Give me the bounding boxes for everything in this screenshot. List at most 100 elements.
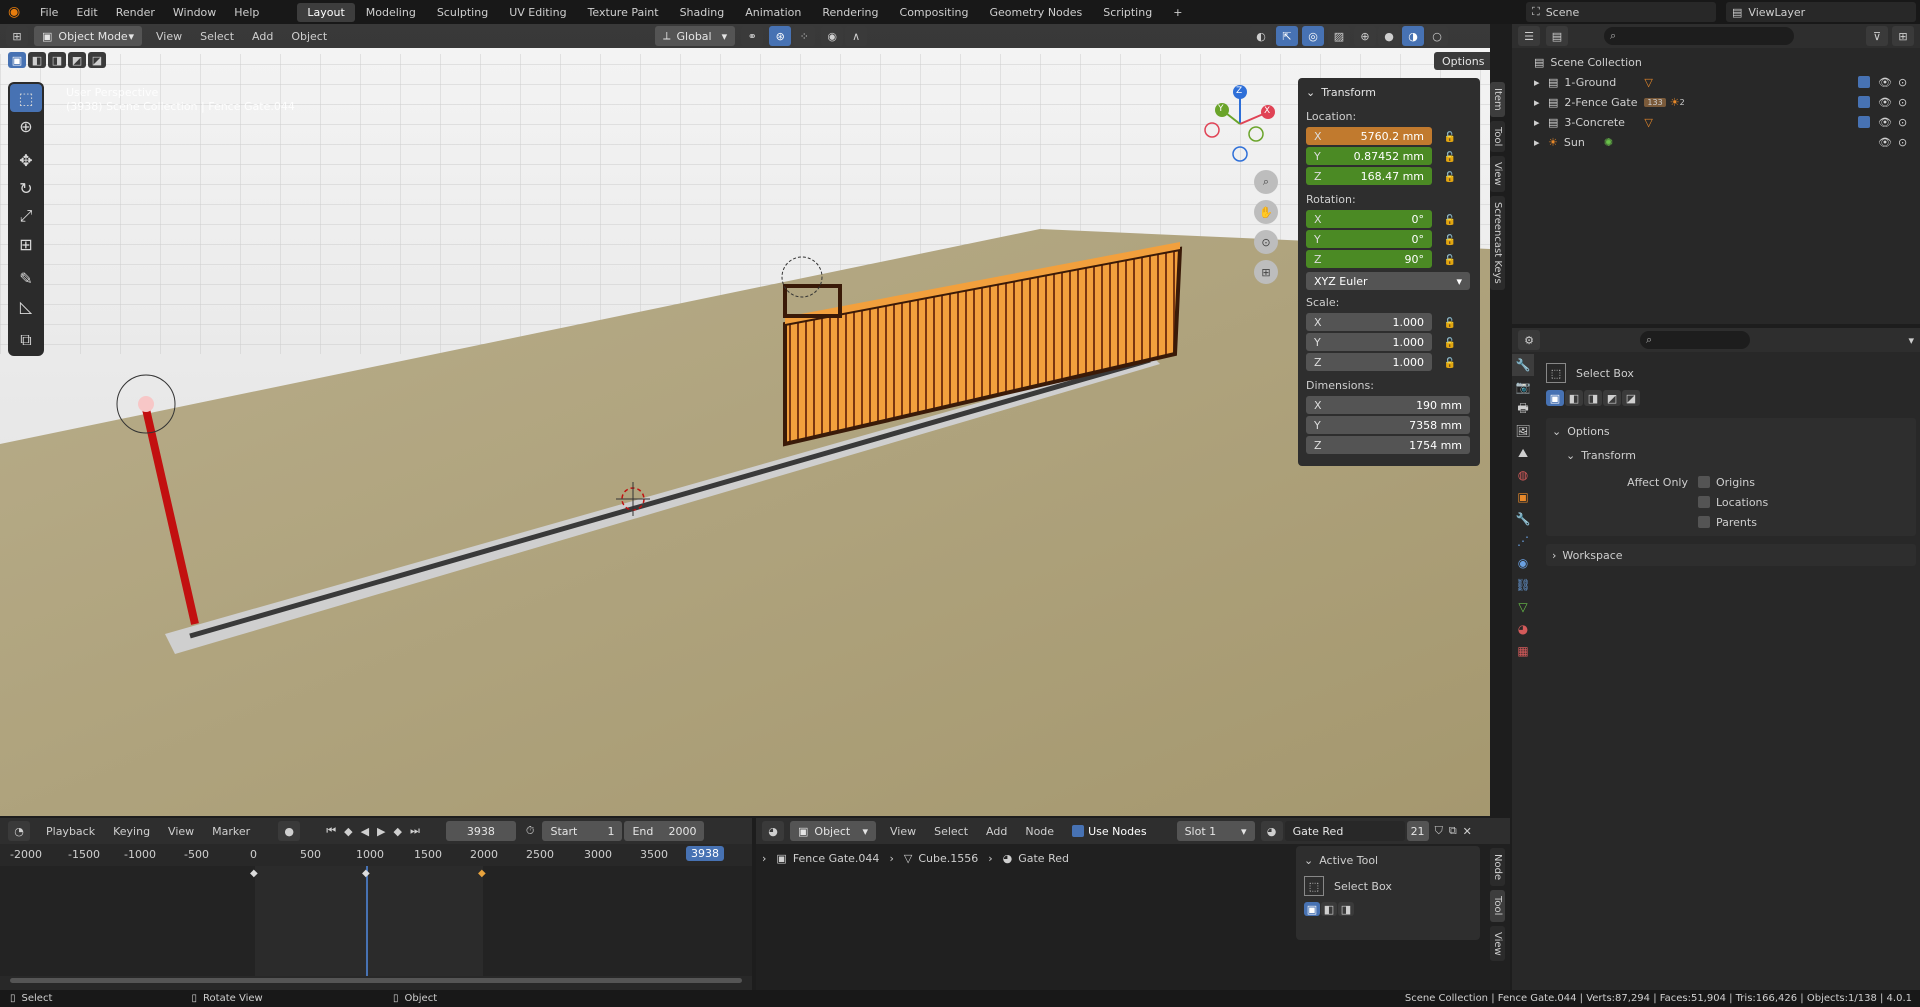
duplicate-icon[interactable]: ⧉ [1449,824,1457,838]
select-intersect-icon[interactable]: ◪ [88,52,106,68]
origins-checkbox[interactable] [1698,476,1710,488]
display-mode-icon[interactable]: ▤ [1546,26,1568,46]
tab-rendering[interactable]: Rendering [812,3,888,22]
camera-view-icon[interactable]: ⊙ [1254,230,1278,254]
play-reverse-icon[interactable]: ◀ [361,825,369,838]
select-new-icon[interactable]: ▣ [1304,902,1320,916]
data-tab-icon[interactable]: ▽ [1512,596,1534,618]
tool-tab-icon[interactable]: 🔧 [1512,354,1534,376]
tab-texture-paint[interactable]: Texture Paint [578,3,669,22]
options-button[interactable]: Options ▾ [1434,52,1490,70]
menu-help[interactable]: Help [234,6,259,19]
eye-icon[interactable]: 👁 [1878,136,1892,149]
mode-dropdown[interactable]: ▣ Object Mode ▾ [34,26,142,46]
snap-target-icon[interactable]: ⁘ [793,26,816,46]
outliner-search-input[interactable]: ⌕ [1604,27,1794,45]
tab-geometry-nodes[interactable]: Geometry Nodes [979,3,1092,22]
menu-add[interactable]: Add [986,825,1007,838]
output-tab-icon[interactable]: 🖶 [1512,398,1534,420]
scale-tool-icon[interactable]: ⤢ [10,202,42,230]
proportional-edit-icon[interactable]: ◉ [821,26,844,46]
editor-type-icon[interactable]: ⊞ [6,26,28,46]
menu-marker[interactable]: Marker [212,825,250,838]
gizmo-toggle-icon[interactable]: ⇱ [1276,26,1298,46]
options-panel-header[interactable]: ⌄ Options [1552,422,1910,440]
tab-sculpting[interactable]: Sculpting [427,3,498,22]
select-new-icon[interactable]: ▣ [8,52,26,68]
scene-selector[interactable]: ⛶ Scene [1526,2,1716,22]
jump-end-icon[interactable]: ⏭ [410,824,420,838]
tab-screencast-keys[interactable]: Screencast Keys [1490,195,1505,290]
outliner-item-concrete[interactable]: ▸ ▤ 3-Concrete ▽ 👁 ⊙ [1512,112,1920,132]
properties-editor-icon[interactable]: ⚙ [1518,330,1540,350]
tab-view[interactable]: View [1490,156,1505,192]
render-tab-icon[interactable]: 📷 [1512,376,1534,398]
tab-animation[interactable]: Animation [735,3,811,22]
viewport-3d[interactable]: ⊞ ▣ Object Mode ▾ View Select Add Object… [0,24,1490,816]
breadcrumb-material[interactable]: Gate Red [1018,852,1069,865]
locations-checkbox[interactable] [1698,496,1710,508]
add-workspace-button[interactable]: + [1163,3,1192,22]
transform-subpanel-header[interactable]: ⌄ Transform [1566,446,1910,464]
select-extend-icon[interactable]: ◧ [28,52,46,68]
outliner-item-ground[interactable]: ▸ ▤ 1-Ground ▽ 👁 ⊙ [1512,72,1920,92]
tab-layout[interactable]: Layout [297,2,355,22]
camera-icon[interactable]: ⊙ [1898,116,1907,129]
menu-keying[interactable]: Keying [113,825,150,838]
play-icon[interactable]: ▶ [377,825,385,838]
constraints-tab-icon[interactable]: ⛓ [1512,574,1534,596]
select-subtract-icon[interactable]: ◨ [48,52,66,68]
select-invert-icon[interactable]: ◩ [68,52,86,68]
properties-search-input[interactable]: ⌕ [1640,331,1750,349]
lock-icon[interactable]: 🔓 [1442,212,1458,228]
outliner-item-fence-gate[interactable]: ▸ ▤ 2-Fence Gate 133 ☀ 2 👁 ⊙ [1512,92,1920,112]
exclude-checkbox[interactable] [1858,76,1870,88]
object-tab-icon[interactable]: ▣ [1512,486,1534,508]
select-new-icon[interactable]: ▣ [1546,390,1564,406]
select-extend-icon[interactable]: ◧ [1321,902,1337,916]
physics-tab-icon[interactable]: ◉ [1512,552,1534,574]
annotate-tool-icon[interactable]: ✎ [10,264,42,292]
stopwatch-icon[interactable]: ⏱ [526,824,535,838]
material-browse-icon[interactable]: ◕ [1260,821,1283,841]
use-nodes-toggle[interactable]: Use Nodes [1072,825,1147,838]
menu-select[interactable]: Select [934,825,968,838]
xray-toggle-icon[interactable]: ▨ [1328,26,1350,46]
viewlayer-selector[interactable]: ▤ ViewLayer [1726,2,1916,22]
scale-y-field[interactable]: Y 1.000 [1306,333,1432,351]
exclude-checkbox[interactable] [1858,116,1870,128]
tab-scripting[interactable]: Scripting [1093,3,1162,22]
rotation-mode-dropdown[interactable]: XYZ Euler ▾ [1306,272,1470,290]
world-tab-icon[interactable]: ◍ [1512,464,1534,486]
rotate-tool-icon[interactable]: ↻ [10,174,42,202]
close-icon[interactable]: ✕ [1463,825,1472,838]
add-cube-tool-icon[interactable]: ⧉ [10,326,42,354]
menu-edit[interactable]: Edit [76,6,97,19]
dimensions-z-field[interactable]: Z 1754 mm [1306,436,1470,454]
keyframe-icon[interactable]: ◆ [362,868,370,879]
overlay-toggle-icon[interactable]: ◎ [1302,26,1324,46]
outliner-editor-icon[interactable]: ☰ [1518,26,1540,46]
texture-tab-icon[interactable]: ▦ [1512,640,1534,662]
slot-dropdown[interactable]: Slot 1 ▾ [1176,821,1255,841]
start-frame-field[interactable]: Start 1 [542,821,623,841]
scene-tab-icon[interactable]: ⛰ [1512,442,1534,464]
menu-select[interactable]: Select [200,30,234,43]
keyframe-icon[interactable]: ◆ [250,868,258,879]
menu-view[interactable]: View [890,825,916,838]
tab-compositing[interactable]: Compositing [890,3,979,22]
tab-shading[interactable]: Shading [670,3,735,22]
measure-tool-icon[interactable]: ◺ [10,292,42,320]
tab-modeling[interactable]: Modeling [356,3,426,22]
rotation-y-field[interactable]: Y 0° [1306,230,1432,248]
tab-node[interactable]: Node [1490,848,1505,887]
tab-uv-editing[interactable]: UV Editing [499,3,576,22]
visibility-icon[interactable]: ◐ [1250,26,1272,46]
tab-tool[interactable]: Tool [1490,890,1505,922]
lock-icon[interactable]: 🔓 [1442,335,1458,351]
shader-type-dropdown[interactable]: ▣ Object ▾ [790,821,876,841]
record-icon[interactable]: ● [278,821,301,841]
pan-icon[interactable]: ✋ [1254,200,1278,224]
eye-icon[interactable]: 👁 [1878,76,1892,89]
chevron-down-icon[interactable]: ▾ [1908,334,1914,347]
